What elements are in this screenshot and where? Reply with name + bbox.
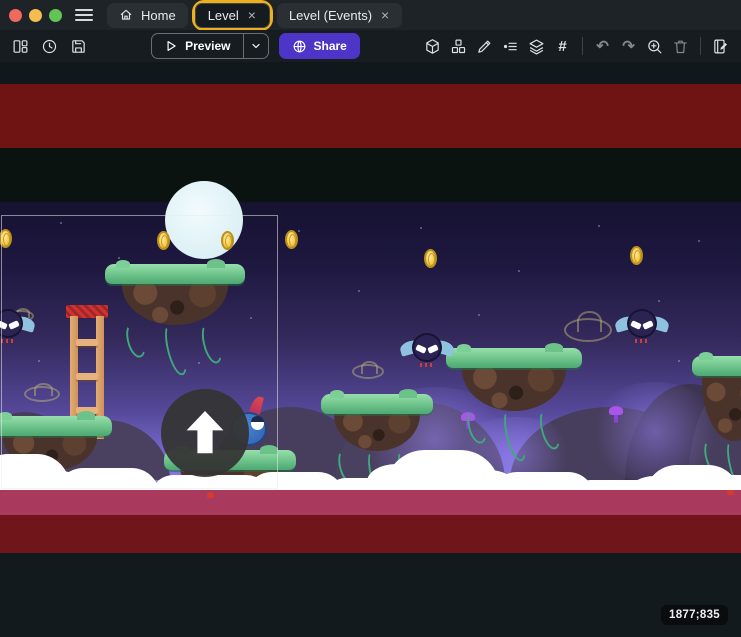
globe-icon — [292, 39, 307, 54]
minimize-window-button[interactable] — [29, 9, 42, 22]
island-grass — [692, 356, 741, 376]
share-button[interactable]: Share — [279, 33, 360, 59]
toolbar: Preview Share — [0, 30, 741, 62]
floating-island-platform[interactable] — [321, 394, 433, 451]
tab-level-events[interactable]: Level (Events) × — [277, 3, 402, 28]
star-dot — [678, 360, 680, 362]
preview-button[interactable]: Preview — [151, 33, 268, 59]
star-dot — [478, 314, 480, 316]
ufo-outline-decoration — [352, 364, 384, 379]
island-grass — [321, 394, 433, 414]
pencil-icon[interactable] — [472, 34, 497, 59]
floating-island-platform[interactable] — [692, 356, 741, 441]
redo-icon[interactable]: ↷ — [616, 34, 641, 59]
tab-bar: Home Level × Level (Events) × — [107, 0, 402, 30]
zoom-window-button[interactable] — [49, 9, 62, 22]
star-dot — [420, 227, 422, 229]
layers-icon[interactable] — [524, 34, 549, 59]
ground-pink-band — [0, 490, 741, 515]
play-icon — [164, 39, 178, 53]
floating-island-platform[interactable] — [446, 348, 582, 411]
bat-feet — [420, 363, 434, 367]
star-dot — [358, 290, 360, 292]
bat-feet — [635, 339, 649, 343]
ground-crimson-band — [0, 515, 741, 553]
toolbar-right-group: # ↶ ↷ — [420, 34, 733, 59]
chevron-down-icon — [250, 40, 262, 52]
close-icon[interactable]: × — [247, 8, 257, 22]
toolbar-separator — [582, 37, 583, 55]
island-dirt — [702, 371, 741, 441]
island-dirt — [462, 363, 565, 411]
tab-home[interactable]: Home — [107, 3, 188, 28]
canvas-letterbox-bottom — [0, 553, 741, 637]
cursor-coordinates: 1877;835 — [661, 605, 728, 625]
preview-options-dropdown[interactable] — [244, 34, 268, 58]
history-icon[interactable] — [37, 34, 62, 59]
toolbar-separator — [700, 37, 701, 55]
star-dot — [598, 225, 600, 227]
bat-enemy-sprite[interactable] — [403, 332, 451, 374]
object-groups-icon[interactable] — [446, 34, 471, 59]
titlebar: Home Level × Level (Events) × — [0, 0, 741, 30]
flame-decoration — [207, 492, 214, 498]
trash-icon[interactable] — [668, 34, 693, 59]
star-dot — [518, 270, 520, 272]
undo-icon[interactable]: ↶ — [590, 34, 615, 59]
star-dot — [698, 240, 700, 242]
home-icon — [119, 8, 133, 22]
coin-sprite[interactable] — [285, 230, 298, 249]
tab-level-label: Level — [208, 8, 239, 23]
level-editor-canvas[interactable]: 1877;835 — [0, 62, 741, 637]
edit-events-icon[interactable] — [708, 34, 733, 59]
instances-list-icon[interactable] — [498, 34, 523, 59]
window-controls — [9, 9, 62, 22]
tab-level[interactable]: Level × — [195, 3, 270, 28]
close-window-button[interactable] — [9, 9, 22, 22]
sky-layer — [0, 62, 741, 490]
jump-button-control[interactable] — [161, 389, 249, 477]
main-menu-icon[interactable] — [75, 9, 93, 21]
arrow-up-icon — [185, 411, 225, 455]
tab-home-label: Home — [141, 8, 176, 23]
coin-sprite[interactable] — [424, 249, 437, 268]
toolbar-left-group — [8, 34, 91, 59]
tutorial-highlight-frame: Level × — [195, 3, 270, 28]
coin-sprite[interactable] — [630, 246, 643, 265]
cube-icon[interactable] — [420, 34, 445, 59]
grid-icon[interactable]: # — [550, 34, 575, 59]
zoom-in-icon[interactable] — [642, 34, 667, 59]
bat-enemy-sprite[interactable] — [618, 308, 666, 350]
preview-button-label: Preview — [185, 39, 230, 53]
preview-button-main[interactable]: Preview — [152, 39, 242, 53]
star-dot — [298, 230, 300, 232]
share-button-label: Share — [314, 39, 347, 53]
island-dirt — [334, 409, 419, 451]
island-grass — [446, 348, 582, 368]
mushroom-decoration — [608, 406, 624, 423]
star-dot — [658, 300, 660, 302]
panels-icon[interactable] — [8, 34, 33, 59]
ufo-outline-decoration — [564, 318, 612, 342]
app-window: Home Level × Level (Events) × — [0, 0, 741, 637]
save-icon[interactable] — [66, 34, 91, 59]
close-icon[interactable]: × — [380, 8, 390, 22]
tab-level-events-label: Level (Events) — [289, 8, 372, 23]
